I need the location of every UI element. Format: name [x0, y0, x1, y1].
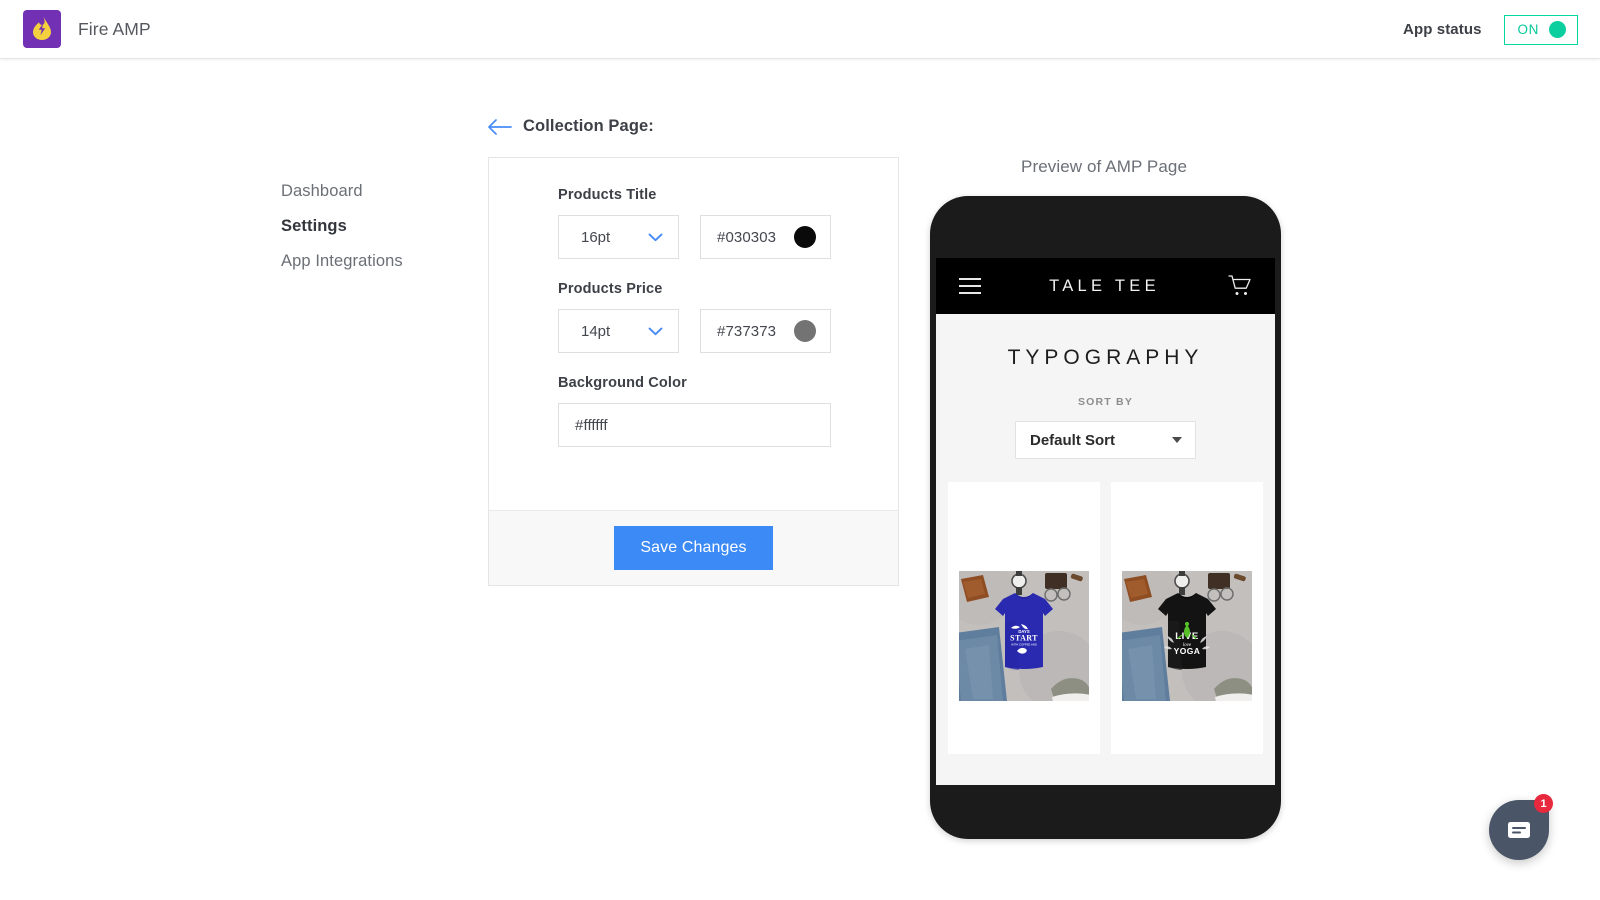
app-logo — [23, 10, 61, 48]
product-grid: DAYS START WITH COFFEE AND love YOGA — [936, 482, 1275, 754]
app-status-area: App status ON — [1403, 0, 1578, 59]
caret-down-icon — [1172, 437, 1182, 443]
brand-name: Fire AMP — [78, 18, 151, 39]
shop-store-name: TALE TEE — [1049, 276, 1160, 295]
svg-text:YOGA: YOGA — [1174, 646, 1201, 656]
back-button[interactable] — [487, 118, 512, 136]
phone-preview-frame: TALE TEE TYPOGRAPHY SORT BY Default Sort — [930, 196, 1281, 839]
product-image-black-tee: LIVE love YOGA — [1122, 571, 1252, 701]
products-price-color-value: #737373 — [717, 322, 777, 340]
products-title-label: Products Title — [558, 187, 657, 203]
sidebar-item-app-integrations[interactable]: App Integrations — [281, 250, 403, 273]
products-price-label: Products Price — [558, 281, 663, 297]
product-tile[interactable]: DAYS START WITH COFFEE AND — [948, 482, 1100, 754]
settings-card-body: Products Title 16pt #030303 Products Pri… — [489, 158, 898, 510]
svg-text:START: START — [1010, 634, 1038, 643]
products-title-row: 16pt #030303 — [558, 215, 898, 259]
flame-bolt-icon — [31, 13, 53, 45]
sidebar-nav: Dashboard Settings App Integrations — [281, 180, 403, 273]
chevron-down-icon — [648, 233, 663, 241]
preview-label: Preview of AMP Page — [1021, 157, 1188, 176]
toggle-indicator-dot — [1549, 21, 1566, 38]
products-price-size-value: 14pt — [581, 322, 611, 340]
products-title-color-swatch[interactable] — [794, 226, 816, 248]
sort-dropdown-value: Default Sort — [1030, 431, 1116, 449]
settings-card-footer: Save Changes — [489, 510, 898, 585]
collection-title: TYPOGRAPHY — [1007, 346, 1204, 369]
products-price-size-select[interactable]: 14pt — [558, 309, 679, 353]
products-title-color-input[interactable]: #030303 — [700, 215, 831, 259]
sort-dropdown[interactable]: Default Sort — [1015, 421, 1196, 459]
app-status-label: App status — [1403, 21, 1482, 38]
background-color-input[interactable]: #ffffff — [558, 403, 831, 447]
products-title-size-value: 16pt — [581, 228, 611, 246]
products-title-size-select[interactable]: 16pt — [558, 215, 679, 259]
hamburger-menu-icon[interactable] — [959, 278, 981, 294]
products-price-row: 14pt #737373 — [558, 309, 898, 353]
shopping-cart-icon[interactable] — [1228, 275, 1252, 297]
sidebar-item-settings[interactable]: Settings — [281, 215, 403, 238]
chat-unread-badge: 1 — [1534, 794, 1553, 813]
app-status-toggle[interactable]: ON — [1503, 14, 1578, 45]
background-color-label: Background Color — [558, 375, 687, 391]
toggle-state-text: ON — [1517, 22, 1539, 37]
products-price-color-swatch[interactable] — [794, 320, 816, 342]
brand: Fire AMP — [23, 10, 151, 48]
chat-message-icon — [1508, 822, 1530, 838]
save-changes-button[interactable]: Save Changes — [614, 526, 773, 570]
product-image-blue-tee: DAYS START WITH COFFEE AND — [959, 571, 1089, 701]
svg-text:WITH COFFEE AND: WITH COFFEE AND — [1011, 643, 1037, 647]
sort-by-label: SORT BY — [1077, 396, 1134, 408]
chat-widget-button[interactable]: 1 — [1489, 794, 1553, 860]
arrow-left-icon — [488, 118, 512, 135]
products-price-color-input[interactable]: #737373 — [700, 309, 831, 353]
settings-card: Products Title 16pt #030303 Products Pri… — [488, 157, 899, 586]
background-color-value: #ffffff — [575, 416, 608, 434]
page-title: Collection Page: — [523, 117, 654, 135]
page-heading: Collection Page: — [487, 117, 654, 136]
shop-header: TALE TEE — [936, 258, 1275, 314]
products-title-color-value: #030303 — [717, 228, 777, 246]
product-tile[interactable]: LIVE love YOGA — [1111, 482, 1263, 754]
sidebar-item-dashboard[interactable]: Dashboard — [281, 180, 403, 203]
chevron-down-icon — [648, 327, 663, 335]
app-header: Fire AMP App status ON — [0, 0, 1600, 59]
phone-screen: TALE TEE TYPOGRAPHY SORT BY Default Sort — [936, 258, 1275, 785]
